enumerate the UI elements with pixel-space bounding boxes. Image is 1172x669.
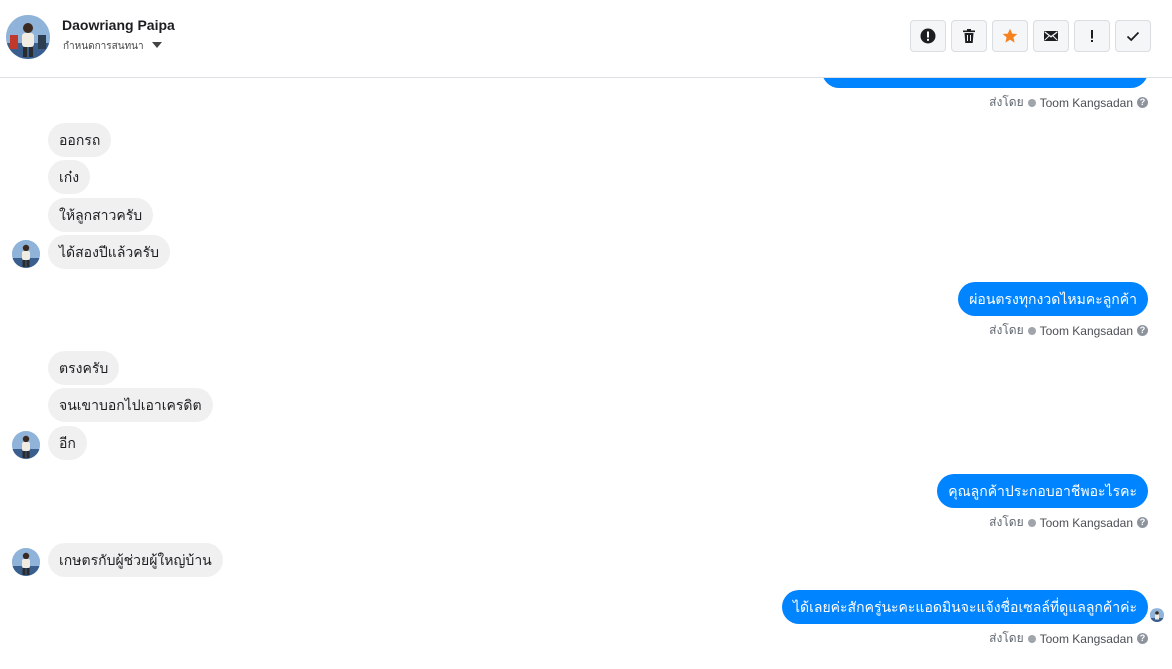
seen-avatar bbox=[1150, 608, 1164, 622]
message-outgoing[interactable]: ผ่อนตรงทุกงวดไหมคะลูกค้า bbox=[958, 282, 1148, 316]
agent-name[interactable]: Toom Kangsadan bbox=[1040, 324, 1133, 338]
exclamation-icon bbox=[1091, 30, 1093, 42]
agent-name[interactable]: Toom Kangsadan bbox=[1040, 96, 1133, 110]
help-icon[interactable]: ? bbox=[1137, 517, 1148, 528]
spam-button[interactable] bbox=[1074, 20, 1110, 52]
verified-icon bbox=[1027, 98, 1036, 107]
verified-icon bbox=[1027, 518, 1036, 527]
sender-avatar bbox=[12, 431, 40, 459]
contact-name[interactable]: Daowriang Paipa bbox=[62, 17, 175, 33]
conversation-status[interactable]: กำหนดการสนทนา bbox=[63, 39, 144, 54]
sender-avatar bbox=[12, 548, 40, 576]
sent-by-meta: ส่งโดย Toom Kangsadan ? bbox=[989, 321, 1148, 340]
help-icon[interactable]: ? bbox=[1137, 633, 1148, 644]
report-button[interactable] bbox=[910, 20, 946, 52]
message-incoming[interactable]: ได้สองปีแล้วครับ bbox=[48, 235, 171, 269]
sender-avatar bbox=[12, 240, 40, 268]
mark-done-button[interactable] bbox=[1115, 20, 1151, 52]
delete-button[interactable] bbox=[951, 20, 987, 52]
message-outgoing[interactable] bbox=[822, 78, 1148, 88]
alert-circle-icon bbox=[920, 28, 936, 44]
message-incoming[interactable]: ออกรถ bbox=[48, 123, 112, 157]
sent-by-meta: ส่งโดย Toom Kangsadan ? bbox=[989, 629, 1148, 648]
agent-name[interactable]: Toom Kangsadan bbox=[1040, 632, 1133, 646]
sent-by-meta: ส่งโดย Toom Kangsadan ? bbox=[989, 93, 1148, 112]
agent-name[interactable]: Toom Kangsadan bbox=[1040, 516, 1133, 530]
sent-by-label: ส่งโดย bbox=[989, 515, 1024, 529]
help-icon[interactable]: ? bbox=[1137, 325, 1148, 336]
chevron-down-icon[interactable] bbox=[152, 42, 162, 48]
verified-icon bbox=[1027, 326, 1036, 335]
message-incoming[interactable]: เกษตรกับผู้ช่วยผู้ใหญ่บ้าน bbox=[48, 543, 223, 577]
toolbar bbox=[910, 20, 1151, 52]
mark-unread-button[interactable] bbox=[1033, 20, 1069, 52]
star-icon bbox=[1002, 28, 1018, 43]
message-list[interactable]: ส่งโดย Toom Kangsadan ? ออกรถ เก๋ง ให้ลู… bbox=[0, 78, 1172, 669]
message-incoming[interactable]: จนเขาบอกไปเอาเครดิต bbox=[48, 388, 213, 422]
message-incoming[interactable]: อีก bbox=[48, 426, 87, 460]
trash-icon bbox=[963, 29, 975, 43]
sent-by-label: ส่งโดย bbox=[989, 323, 1024, 337]
message-outgoing[interactable]: คุณลูกค้าประกอบอาชีพอะไรคะ bbox=[937, 474, 1148, 508]
conversation-header: Daowriang Paipa กำหนดการสนทนา bbox=[0, 0, 1172, 78]
sent-by-label: ส่งโดย bbox=[989, 95, 1024, 109]
check-icon bbox=[1126, 31, 1140, 42]
sent-by-label: ส่งโดย bbox=[989, 631, 1024, 645]
message-incoming[interactable]: เก๋ง bbox=[48, 160, 91, 194]
sent-by-meta: ส่งโดย Toom Kangsadan ? bbox=[989, 513, 1148, 532]
message-outgoing[interactable]: ได้เลยค่ะสักครู่นะคะแอดมินจะแจ้งชื่อเซลล… bbox=[781, 590, 1148, 624]
help-icon[interactable]: ? bbox=[1137, 97, 1148, 108]
message-incoming[interactable]: ให้ลูกสาวครับ bbox=[48, 198, 154, 232]
contact-avatar[interactable] bbox=[6, 15, 50, 59]
star-button[interactable] bbox=[992, 20, 1028, 52]
mail-icon bbox=[1044, 31, 1058, 41]
verified-icon bbox=[1027, 634, 1036, 643]
message-incoming[interactable]: ตรงครับ bbox=[48, 351, 120, 385]
